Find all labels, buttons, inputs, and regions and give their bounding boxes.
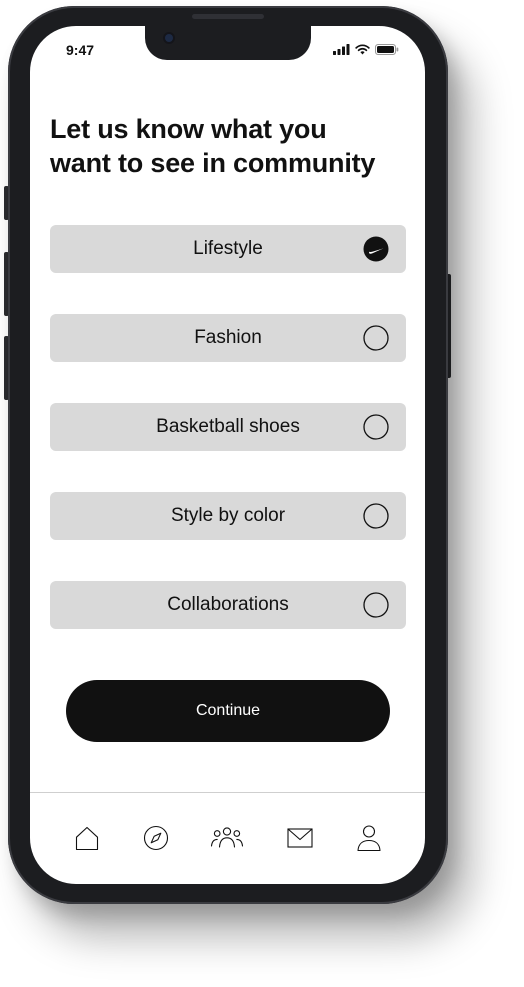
device-mockup: 9:47 Let us know what you want to see in… [0, 0, 524, 987]
option-label: Collaborations [167, 594, 289, 615]
option-lifestyle[interactable]: Lifestyle [50, 225, 406, 273]
signal-icon [333, 44, 350, 55]
home-icon [75, 826, 99, 851]
radio-unchecked-icon[interactable] [363, 503, 389, 529]
mail-icon [287, 828, 313, 848]
option-label: Style by color [170, 505, 286, 526]
tab-home[interactable] [70, 822, 104, 854]
tab-profile[interactable] [352, 822, 386, 854]
battery-icon [375, 44, 399, 55]
radio-unchecked-icon[interactable] [363, 325, 389, 351]
radio-unchecked-icon[interactable] [363, 592, 389, 618]
continue-button[interactable]: Continue [66, 680, 390, 742]
option-label: Lifestyle [193, 238, 263, 259]
tab-bar-divider [30, 792, 425, 793]
tab-messages[interactable] [283, 822, 317, 854]
page-title-line-1: Let us know what you [50, 114, 327, 144]
wifi-icon [355, 44, 370, 55]
option-fashion[interactable]: Fashion [50, 314, 406, 362]
profile-icon [357, 825, 381, 852]
page-title-line-2: want to see in community [50, 148, 376, 178]
status-icons [333, 44, 399, 55]
compass-icon [143, 825, 169, 851]
speaker-grille [192, 14, 264, 19]
status-time: 9:47 [66, 42, 95, 58]
community-icon [210, 827, 244, 848]
radio-unchecked-icon[interactable] [363, 414, 389, 440]
option-label: Fashion [194, 327, 262, 348]
page-title: Let us know what you want to see in comm… [50, 112, 420, 180]
option-style-by-color[interactable]: Style by color [50, 492, 406, 540]
option-collaborations[interactable]: Collaborations [50, 581, 406, 629]
notch [145, 26, 311, 60]
tab-community[interactable] [210, 822, 244, 854]
front-camera [165, 34, 173, 42]
option-label: Basketball shoes [156, 416, 300, 437]
checked-swoosh-icon[interactable] [363, 236, 389, 262]
option-basketball-shoes[interactable]: Basketball shoes [50, 403, 406, 451]
tab-explore[interactable] [139, 822, 173, 854]
